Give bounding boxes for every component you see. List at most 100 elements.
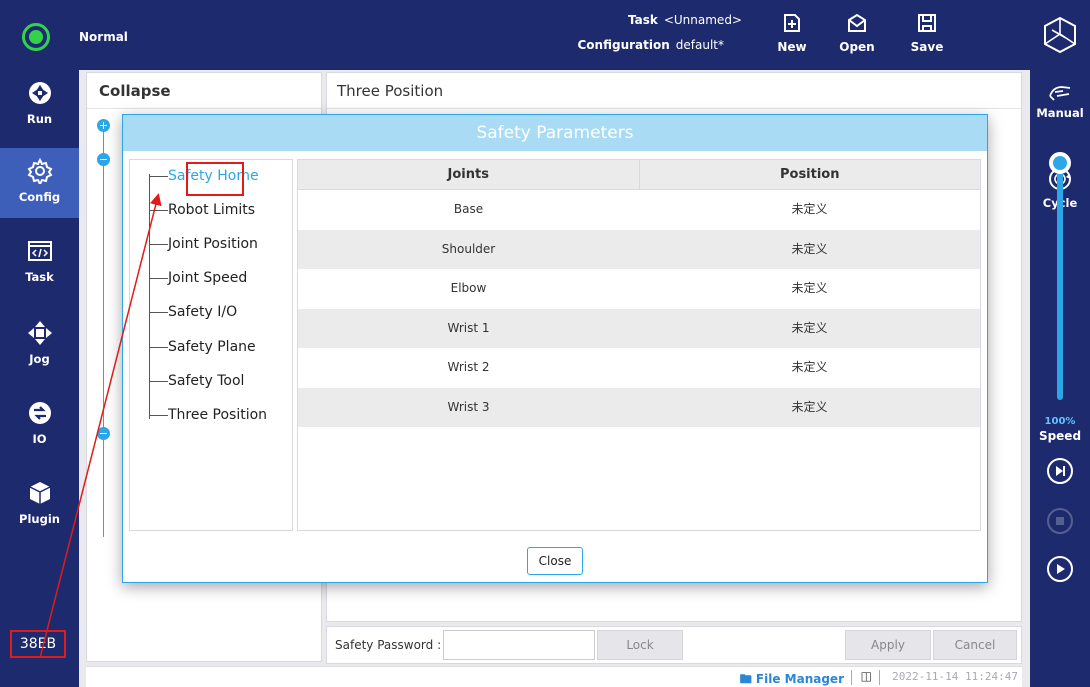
brand-logo-icon xyxy=(1042,16,1078,58)
mode-label: Normal xyxy=(79,30,128,44)
open-button-label: Open xyxy=(839,40,875,54)
configuration-info: Configuration default* xyxy=(577,38,724,52)
safety-nav-three-position[interactable]: Three Position xyxy=(149,407,267,429)
joint-name: Wrist 1 xyxy=(447,320,490,335)
collapse-button[interactable]: Collapse xyxy=(87,73,321,109)
save-button[interactable]: Save xyxy=(902,8,952,64)
play-button[interactable] xyxy=(1047,556,1073,582)
joints-column-header: Joints xyxy=(298,160,640,189)
new-file-icon xyxy=(784,14,800,32)
save-disk-icon xyxy=(918,14,936,32)
table-row[interactable]: Shoulder 未定义 xyxy=(298,229,980,269)
build-code: 38EB xyxy=(10,630,66,658)
joint-name: Base xyxy=(453,202,484,216)
joint-position: 未定义 xyxy=(791,399,828,414)
lock-button[interactable]: Lock xyxy=(597,630,683,660)
joint-position: 未定义 xyxy=(791,320,828,335)
safety-nav-safety-tool[interactable]: Safety Tool xyxy=(149,373,244,395)
table-row[interactable]: Base 未定义 xyxy=(298,190,980,230)
left-navigation: Run Config Task Jog IO Plugin 38EB xyxy=(0,70,79,687)
safety-password-input[interactable] xyxy=(443,630,595,660)
nav-run[interactable]: Run xyxy=(0,70,79,140)
apply-button[interactable]: Apply xyxy=(845,630,931,660)
hand-icon xyxy=(1049,86,1071,101)
right-navigation: Manual Cycle 100% Speed xyxy=(1030,70,1090,687)
safety-password-bar: Safety Password : Lock Apply Cancel xyxy=(326,626,1022,664)
joint-position: 未定义 xyxy=(791,202,828,216)
file-manager-link[interactable]: 🖿 File Manager xyxy=(740,670,844,687)
nav-task[interactable]: Task xyxy=(0,228,79,298)
table-row[interactable]: Wrist 2 未定义 xyxy=(298,348,980,388)
task-key: Task xyxy=(627,13,658,27)
speed-label: Speed xyxy=(1038,429,1082,443)
safety-nav-robot-limits[interactable]: Robot Limits xyxy=(149,202,255,224)
dialog-title: Safety Parameters xyxy=(123,115,987,151)
nav-task-label: Task xyxy=(25,270,54,284)
code-window-icon xyxy=(27,241,52,261)
joint-name: Wrist 2 xyxy=(447,360,490,374)
safety-nav-safety-plane[interactable]: Safety Plane xyxy=(149,339,256,361)
nav-config-label: Config xyxy=(18,190,61,204)
new-button[interactable]: New xyxy=(767,8,817,64)
safety-nav-joint-position[interactable]: Joint Position xyxy=(149,236,258,258)
play-icon xyxy=(1057,564,1065,574)
content-panel-title: Three Position xyxy=(327,73,1021,109)
safety-parameters-dialog: Safety Parameters Safety Home Robot Limi… xyxy=(122,114,988,583)
speed-slider-track[interactable] xyxy=(1057,160,1063,400)
tree-collapse-icon[interactable] xyxy=(97,153,110,166)
position-column-header: Position xyxy=(779,167,840,182)
table-row[interactable]: Wrist 1 未定义 xyxy=(298,308,980,348)
close-button[interactable]: Close xyxy=(527,547,583,575)
step-forward-button[interactable] xyxy=(1047,458,1073,484)
joint-name: Elbow xyxy=(450,281,487,295)
joint-position: 未定义 xyxy=(791,241,828,256)
nav-run-label: Run xyxy=(26,112,53,126)
speed-value: 100% xyxy=(1044,416,1076,427)
move-arrows-icon xyxy=(27,321,52,345)
joint-position: 未定义 xyxy=(791,281,828,295)
safety-password-label: Safety Password : xyxy=(335,638,442,652)
network-icon: ◫ xyxy=(860,669,872,683)
joint-position: 未定义 xyxy=(791,360,828,374)
tree-expand-icon[interactable] xyxy=(97,119,110,132)
gear-icon xyxy=(27,158,52,184)
top-bar: Normal Task <Unnamed> Configuration defaul… xyxy=(0,0,1090,70)
nav-plugin-label: Plugin xyxy=(19,512,60,526)
table-row[interactable]: Elbow 未定义 xyxy=(298,269,980,309)
footer-divider xyxy=(851,670,852,685)
footer-divider xyxy=(879,670,880,685)
nav-jog[interactable]: Jog xyxy=(0,310,79,380)
stop-button[interactable] xyxy=(1047,508,1073,534)
new-button-label: New xyxy=(777,40,807,54)
safety-nav-tree: Safety Home Robot Limits Joint Position … xyxy=(129,159,293,531)
safety-nav-joint-speed[interactable]: Joint Speed xyxy=(149,270,247,292)
safety-nav-safety-io[interactable]: Safety I/O xyxy=(149,304,237,326)
step-forward-icon xyxy=(1056,466,1065,476)
task-info: Task <Unnamed> xyxy=(628,13,742,27)
nav-jog-label: Jog xyxy=(29,352,50,366)
timestamp: 2022-11-14 11:24:47 xyxy=(892,670,1018,683)
cube-icon xyxy=(29,482,50,504)
joints-table: Joints Position Base 未定义 Shoulder 未定义 El… xyxy=(297,159,981,531)
manual-button[interactable]: Manual xyxy=(1030,82,1090,120)
file-manager-label: File Manager xyxy=(755,672,844,686)
configuration-value: default* xyxy=(675,38,724,52)
open-button[interactable]: Open xyxy=(832,8,882,64)
nav-plugin[interactable]: Plugin xyxy=(0,470,79,540)
nav-io-label: IO xyxy=(32,432,47,446)
table-row[interactable]: Wrist 3 未定义 xyxy=(298,387,980,427)
nav-io[interactable]: IO xyxy=(0,390,79,460)
folder-icon: 🖿 xyxy=(739,672,752,686)
run-icon xyxy=(28,82,51,104)
joint-name: Shoulder xyxy=(441,241,496,256)
status-footer: 🖿 File Manager ◫ 2022-11-14 11:24:47 xyxy=(86,666,1022,687)
stop-icon xyxy=(1056,517,1064,525)
speed-slider-handle[interactable] xyxy=(1049,152,1071,174)
nav-config[interactable]: Config xyxy=(0,148,79,218)
save-button-label: Save xyxy=(910,40,944,54)
tree-collapse-icon[interactable] xyxy=(97,427,110,440)
cancel-button[interactable]: Cancel xyxy=(933,630,1017,660)
table-header: Joints Position xyxy=(298,160,980,190)
app-root: Normal Task <Unnamed> Configuration defaul… xyxy=(0,0,1090,687)
manual-label: Manual xyxy=(1036,106,1084,120)
